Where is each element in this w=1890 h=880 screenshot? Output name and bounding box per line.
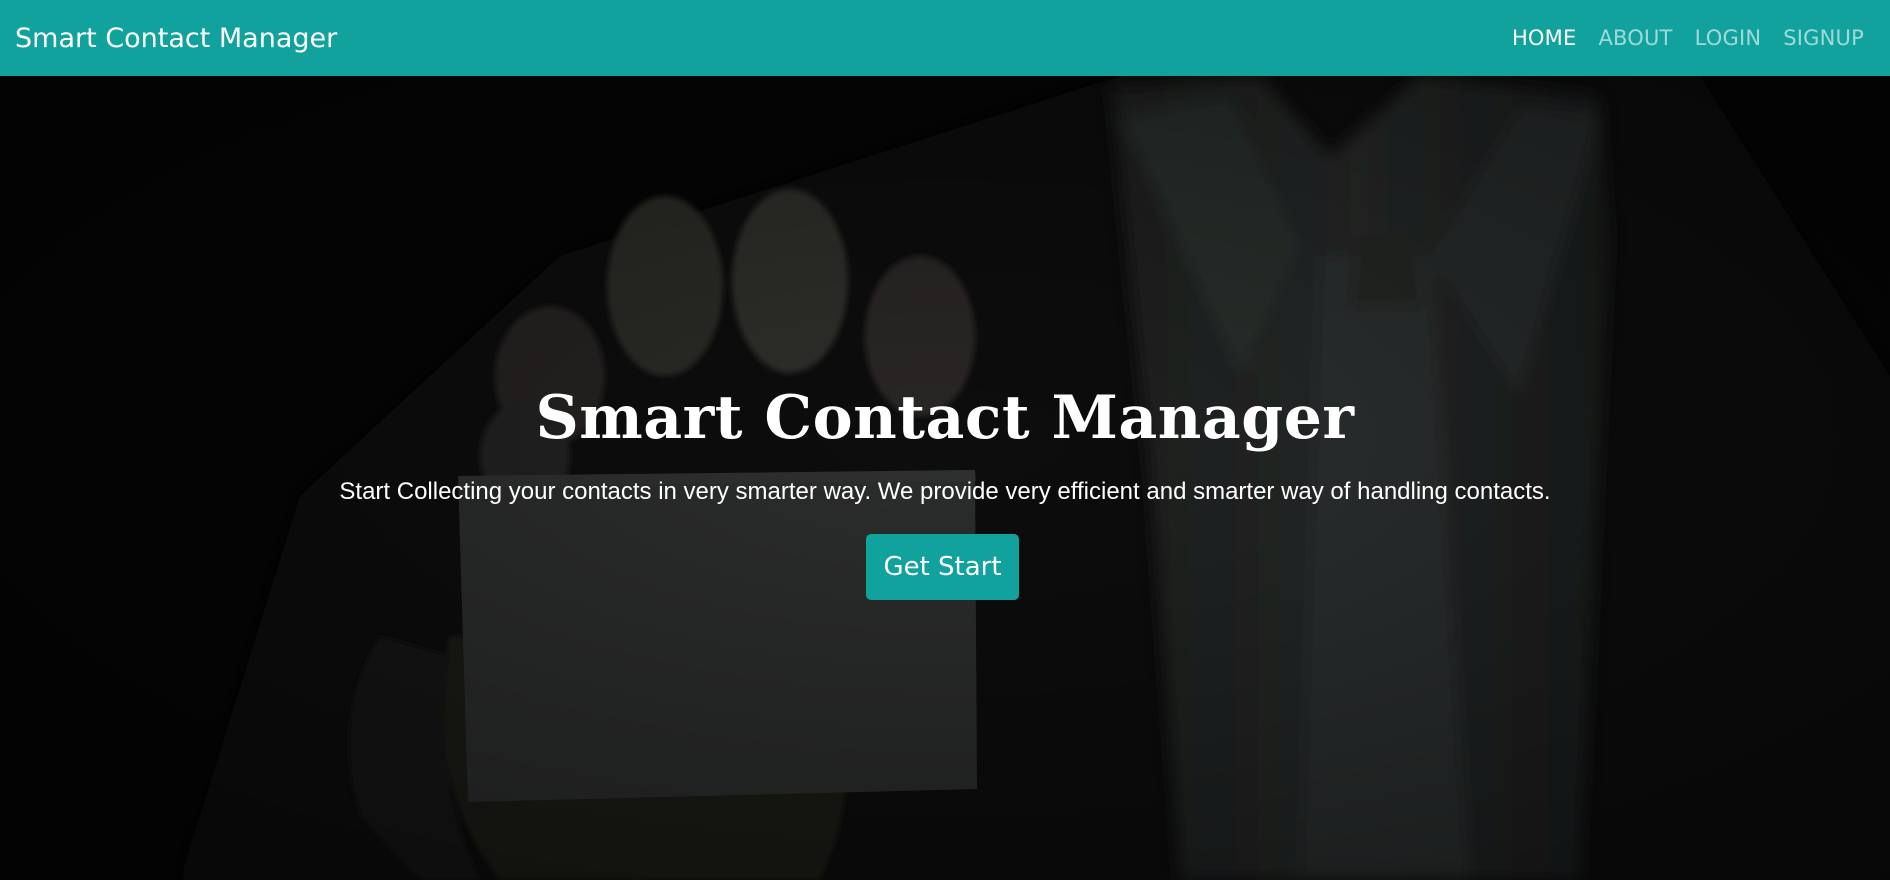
hero-content: Smart Contact Manager Start Collecting y… <box>0 76 1890 880</box>
nav-item-login: LOGIN <box>1695 26 1762 50</box>
hero-subtitle: Start Collecting your contacts in very s… <box>339 478 1551 505</box>
nav-link-login[interactable]: LOGIN <box>1695 26 1762 50</box>
hero-title: Smart Contact Manager <box>535 383 1355 453</box>
navbar: Smart Contact Manager HOME ABOUT LOGIN S… <box>0 0 1890 76</box>
nav-link-signup[interactable]: SIGNUP <box>1783 26 1864 50</box>
nav-item-signup: SIGNUP <box>1783 26 1864 50</box>
nav-item-about: ABOUT <box>1598 26 1672 50</box>
nav-link-home[interactable]: HOME <box>1512 26 1577 50</box>
hero-banner: Smart Contact Manager Start Collecting y… <box>0 76 1890 880</box>
get-start-button[interactable]: Get Start <box>866 534 1019 600</box>
brand-logo-link[interactable]: Smart Contact Manager <box>15 23 337 54</box>
nav-links: HOME ABOUT LOGIN SIGNUP <box>1512 26 1864 50</box>
nav-item-home: HOME <box>1512 26 1577 50</box>
nav-link-about[interactable]: ABOUT <box>1598 26 1672 50</box>
